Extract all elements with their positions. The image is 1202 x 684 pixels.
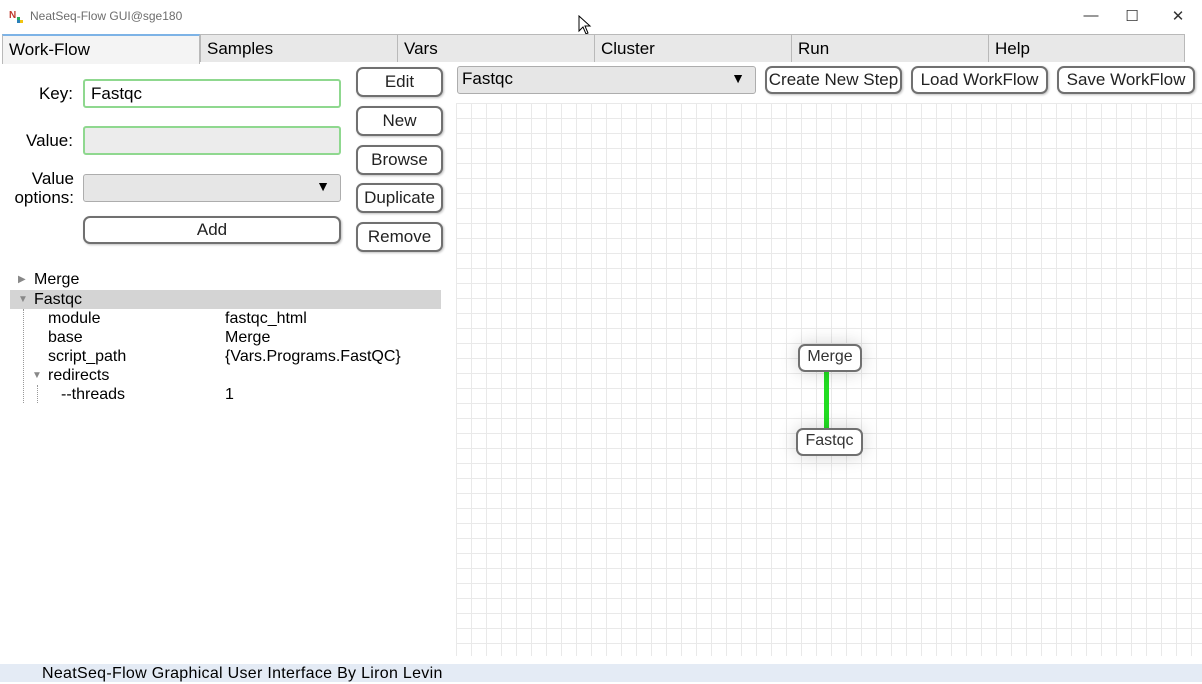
tab-work-flow[interactable]: Work-Flow xyxy=(2,34,200,64)
duplicate-button[interactable]: Duplicate xyxy=(356,183,443,213)
tree-row-module[interactable]: module fastqc_html xyxy=(10,309,441,328)
cursor-icon xyxy=(578,15,592,35)
load-workflow-button[interactable]: Load WorkFlow xyxy=(911,66,1048,94)
tree-key: base xyxy=(48,329,83,346)
create-new-step-button[interactable]: Create New Step xyxy=(765,66,902,94)
main-tabs: Work-Flow Samples Vars Cluster Run Help xyxy=(0,34,1202,64)
app-icon: N xyxy=(9,10,23,23)
tree-key: Merge xyxy=(34,271,80,288)
collapse-icon[interactable]: ▼ xyxy=(32,366,42,385)
tree-row-threads[interactable]: --threads 1 xyxy=(10,385,441,404)
edit-button[interactable]: Edit xyxy=(356,67,443,97)
tree-key: module xyxy=(48,310,101,327)
expand-icon[interactable]: ▶ xyxy=(18,270,26,289)
svg-text:N: N xyxy=(9,10,16,21)
tab-help[interactable]: Help xyxy=(988,34,1185,62)
tree-key: redirects xyxy=(48,367,110,384)
title-bar: N NeatSeq-Flow GUI@sge180 — ☐ ✕ xyxy=(0,0,1202,35)
status-bar: NeatSeq-Flow Graphical User Interface By… xyxy=(0,664,1202,682)
step-select-value: Fastqc xyxy=(462,69,514,88)
value-options-label-line1: Value xyxy=(31,169,74,188)
tab-vars[interactable]: Vars xyxy=(397,34,595,62)
tree-value: {Vars.Programs.FastQC} xyxy=(225,348,401,365)
status-text: NeatSeq-Flow Graphical User Interface By… xyxy=(42,665,443,682)
workflow-edge xyxy=(824,370,829,428)
minimize-button[interactable]: — xyxy=(1068,0,1114,31)
new-button[interactable]: New xyxy=(356,106,443,136)
browse-button[interactable]: Browse xyxy=(356,145,443,175)
tree-key: script_path xyxy=(48,348,127,365)
workflow-node-fastqc[interactable]: Fastqc xyxy=(796,428,863,456)
window-title: NeatSeq-Flow GUI@sge180 xyxy=(30,9,183,23)
tree-row-merge[interactable]: ▶ Merge xyxy=(10,270,441,289)
dropdown-arrow-icon: ▼ xyxy=(316,178,330,194)
dropdown-arrow-icon: ▼ xyxy=(731,70,745,86)
tree-value: fastqc_html xyxy=(225,310,307,327)
workflow-canvas[interactable]: Merge Fastqc xyxy=(456,103,1202,656)
key-label: Key: xyxy=(38,84,73,103)
maximize-button[interactable]: ☐ xyxy=(1109,0,1155,31)
value-options-select[interactable]: ▼ xyxy=(83,174,341,202)
value-input[interactable] xyxy=(83,126,341,155)
workflow-node-merge[interactable]: Merge xyxy=(798,344,862,372)
key-input[interactable] xyxy=(83,79,341,108)
tree-row-script-path[interactable]: script_path {Vars.Programs.FastQC} xyxy=(10,347,441,366)
save-workflow-button[interactable]: Save WorkFlow xyxy=(1057,66,1195,94)
tree-row-redirects[interactable]: ▼ redirects xyxy=(10,366,441,385)
tab-cluster[interactable]: Cluster xyxy=(594,34,792,62)
tab-samples[interactable]: Samples xyxy=(200,34,398,62)
tab-run[interactable]: Run xyxy=(791,34,989,62)
remove-button[interactable]: Remove xyxy=(356,222,443,252)
tree-row-fastqc[interactable]: ▼ Fastqc xyxy=(10,290,441,309)
value-label: Value: xyxy=(26,131,73,150)
step-select[interactable]: Fastqc ▼ xyxy=(457,66,756,94)
value-options-label-line2: options: xyxy=(14,188,74,207)
tree-key: Fastqc xyxy=(34,291,83,308)
tree-value: Merge xyxy=(225,329,271,346)
collapse-icon[interactable]: ▼ xyxy=(18,290,28,309)
add-button[interactable]: Add xyxy=(83,216,341,244)
tree-value: 1 xyxy=(225,386,234,403)
value-options-label: Value options: xyxy=(4,169,74,207)
tree-row-base[interactable]: base Merge xyxy=(10,328,441,347)
tree-key: --threads xyxy=(61,386,126,403)
close-button[interactable]: ✕ xyxy=(1155,0,1201,31)
